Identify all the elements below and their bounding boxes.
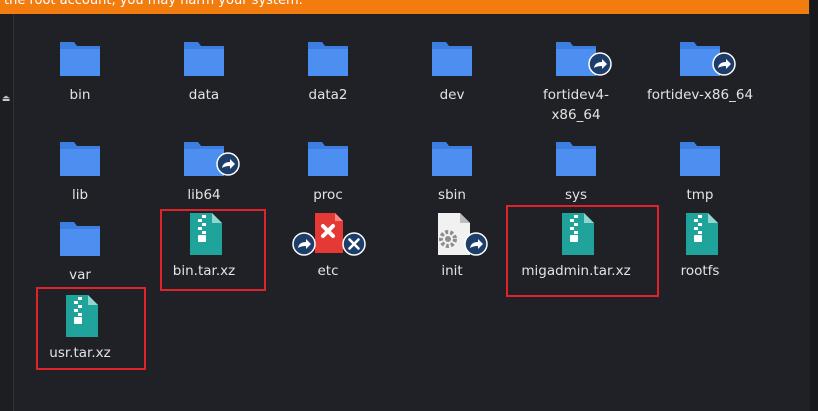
file-label: lib xyxy=(71,187,89,203)
file-item-data[interactable]: data xyxy=(142,36,266,103)
sidebar-eject-icon[interactable]: ⏏ xyxy=(1,94,11,104)
file-label: bin xyxy=(69,87,91,103)
file-item-migadmin-tar-xz[interactable]: migadmin.tar.xz xyxy=(514,212,638,279)
file-item-var[interactable]: var xyxy=(18,216,142,283)
file-label: init xyxy=(441,263,463,279)
file-item-lib64[interactable]: lib64 xyxy=(142,136,266,203)
file-label: usr.tar.xz xyxy=(49,345,111,361)
folder-icon xyxy=(432,42,472,76)
file-label: var xyxy=(69,267,91,283)
file-item-fortidev-x86_64[interactable]: fortidev-x86_64 xyxy=(638,36,762,103)
folder-icon xyxy=(432,142,472,176)
file-label: etc xyxy=(317,263,339,279)
archive-icon xyxy=(686,213,718,255)
folder-icon xyxy=(60,142,100,176)
file-item-bin-tar-xz[interactable]: bin.tar.xz xyxy=(142,212,266,279)
file-item-fortidev4-x86_64[interactable]: fortidev4- x86_64 xyxy=(514,36,638,123)
symlink-arrow-icon xyxy=(216,152,240,176)
archive-icon xyxy=(66,295,98,337)
file-item-rootfs[interactable]: rootfs xyxy=(638,212,762,279)
archive-icon xyxy=(190,213,222,255)
symlink-arrow-icon xyxy=(712,52,736,76)
file-label: dev xyxy=(439,87,465,103)
file-item-proc[interactable]: proc xyxy=(266,136,390,203)
file-item-etc[interactable]: etc xyxy=(266,212,390,279)
file-label: data2 xyxy=(308,87,348,103)
folder-icon xyxy=(680,142,720,176)
symlink-arrow-icon xyxy=(292,232,316,256)
sidebar-edge[interactable]: ⏏ xyxy=(0,14,14,411)
file-label: lib64 xyxy=(187,187,221,203)
folder-icon xyxy=(60,42,100,76)
file-grid: bin data data2 dev fortidev4- x86_64 for… xyxy=(15,14,810,411)
symlink-arrow-icon xyxy=(464,232,488,256)
scrollbar[interactable] xyxy=(810,0,818,411)
file-label: data xyxy=(188,87,220,103)
file-label: migadmin.tar.xz xyxy=(521,263,631,279)
file-label: sbin xyxy=(438,187,466,203)
file-label: tmp xyxy=(686,187,714,203)
file-label-line-2: x86_64 xyxy=(551,107,601,123)
folder-icon xyxy=(184,42,224,76)
broken-x-icon xyxy=(342,232,366,256)
root-warning-banner: the root account, you may harm your syst… xyxy=(0,0,809,14)
file-item-usr-tar-xz[interactable]: usr.tar.xz xyxy=(18,294,142,361)
folder-icon xyxy=(308,42,348,76)
file-item-dev[interactable]: dev xyxy=(390,36,514,103)
file-item-sys[interactable]: sys xyxy=(514,136,638,203)
file-manager-window: the root account, you may harm your syst… xyxy=(0,0,818,411)
folder-icon xyxy=(60,222,100,256)
symlink-arrow-icon xyxy=(588,52,612,76)
root-warning-text: the root account, you may harm your syst… xyxy=(4,0,303,8)
file-label: proc xyxy=(313,187,343,203)
file-label: rootfs xyxy=(680,263,720,279)
file-item-bin[interactable]: bin xyxy=(18,36,142,103)
folder-icon xyxy=(308,142,348,176)
file-label: bin.tar.xz xyxy=(172,263,236,279)
folder-icon xyxy=(556,142,596,176)
file-item-tmp[interactable]: tmp xyxy=(638,136,762,203)
file-label-line-1: fortidev4- xyxy=(543,87,609,103)
archive-icon xyxy=(562,213,594,255)
file-item-init[interactable]: init xyxy=(390,212,514,279)
file-label: sys xyxy=(564,187,588,203)
file-item-lib[interactable]: lib xyxy=(18,136,142,203)
file-label: fortidev-x86_64 xyxy=(646,87,754,103)
file-item-data2[interactable]: data2 xyxy=(266,36,390,103)
file-item-sbin[interactable]: sbin xyxy=(390,136,514,203)
file-label: fortidev4- x86_64 xyxy=(514,85,638,125)
